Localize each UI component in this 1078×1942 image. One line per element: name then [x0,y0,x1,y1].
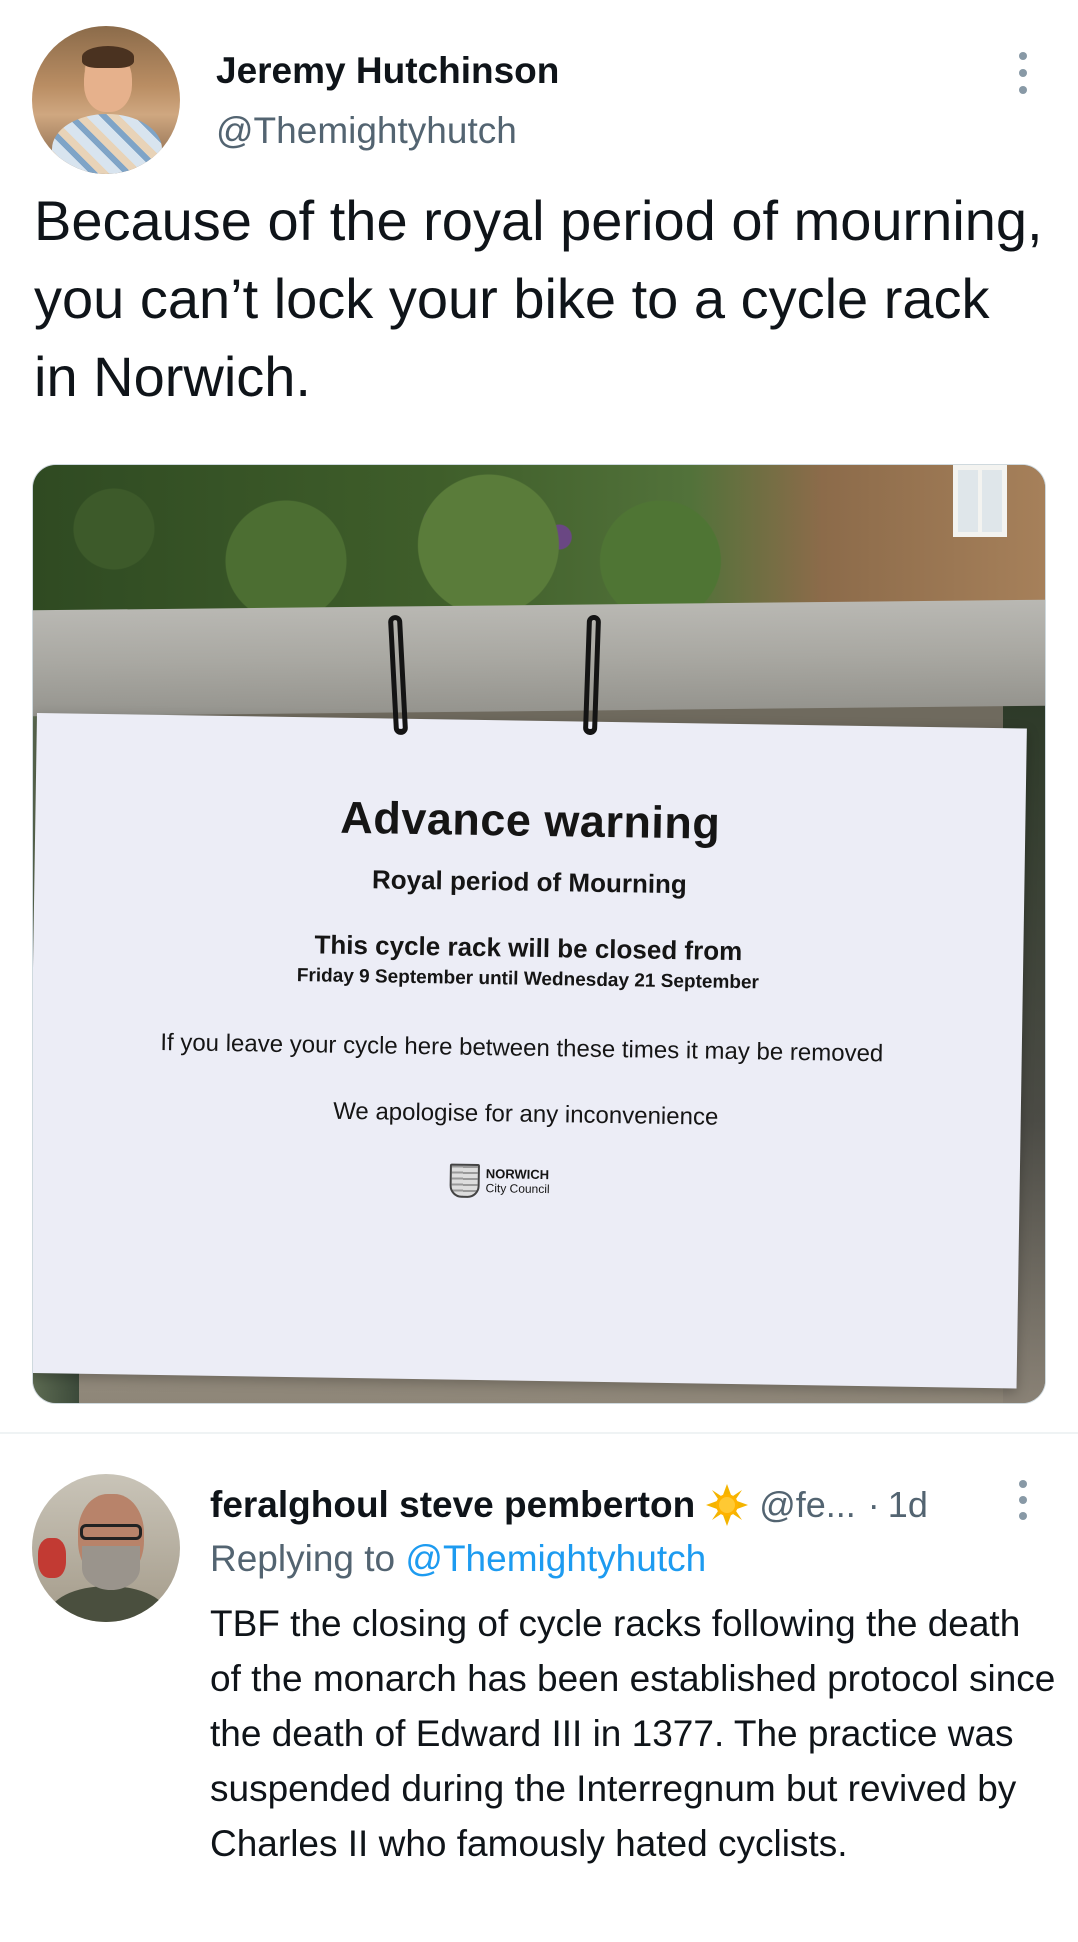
reply-author-avatar[interactable] [32,1474,180,1622]
main-tweet: Jeremy Hutchinson @Themightyhutch Becaus… [0,0,1078,1432]
photo-cycle-rack-rail [33,599,1045,717]
sun-emoji-icon [706,1484,749,1526]
reply-author-handle[interactable]: @fe... [759,1484,856,1526]
reply-header: feralghoul steve pemberton @fe... · 1d [210,1480,928,1530]
tweet-text: Because of the royal period of mourning,… [34,189,1043,408]
reply-timestamp[interactable]: 1d [888,1484,928,1526]
notice-apology-line: We apologise for any inconvenience [332,1097,719,1131]
notice-subtitle: Royal period of Mourning [371,864,688,900]
replying-mention-link[interactable]: @Themightyhutch [405,1538,706,1579]
replying-prefix: Replying to [210,1538,396,1579]
norwich-council-logo: NORWICH City Council [449,1163,550,1200]
reply-text: TBF the closing of cycle racks following… [210,1603,1056,1864]
photo-window [953,465,1007,537]
replying-to: Replying to @Themightyhutch [210,1538,706,1580]
photo-notice-sheet: Advance warning Royal period of Mourning… [33,713,1027,1389]
tweet-photo[interactable]: Advance warning Royal period of Mourning… [32,464,1046,1404]
author-handle[interactable]: @Themightyhutch [216,110,517,152]
logo-line2: City Council [485,1181,550,1197]
author-name[interactable]: Jeremy Hutchinson [216,50,559,92]
separator-dot: · [867,1484,880,1525]
reply-author-name[interactable]: feralghoul steve pemberton [210,1484,695,1526]
logo-line1: NORWICH [485,1166,550,1183]
author-avatar[interactable] [32,26,180,174]
crest-icon [449,1163,480,1199]
tweet-divider [0,1432,1078,1434]
notice-leave-line: If you leave your cycle here between the… [160,1028,884,1068]
more-options-icon[interactable] [1010,48,1036,98]
reply-more-options-icon[interactable] [1010,1478,1036,1522]
notice-title: Advance warning [339,791,721,849]
cable-tie [582,614,602,736]
